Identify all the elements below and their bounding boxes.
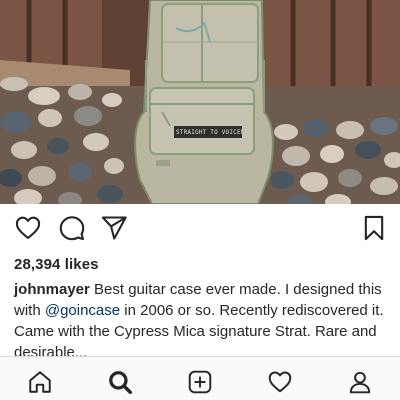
like-button[interactable] bbox=[12, 212, 44, 244]
comment-button[interactable] bbox=[56, 212, 88, 244]
tab-activity[interactable] bbox=[265, 367, 295, 397]
tab-new-post[interactable] bbox=[185, 367, 215, 397]
likes-count[interactable]: 28,394 likes bbox=[14, 256, 99, 273]
post-photo[interactable] bbox=[0, 0, 400, 204]
bottom-tab-bar bbox=[0, 356, 400, 400]
paper-plane-icon bbox=[101, 216, 127, 240]
post-action-bar bbox=[0, 212, 400, 248]
share-button[interactable] bbox=[98, 212, 130, 244]
profile-icon bbox=[349, 371, 371, 394]
tab-search[interactable] bbox=[105, 367, 135, 397]
search-icon bbox=[109, 371, 133, 395]
home-icon bbox=[29, 371, 51, 393]
save-button[interactable] bbox=[358, 212, 390, 244]
tab-home[interactable] bbox=[25, 367, 55, 397]
caption-username[interactable]: johnmayer bbox=[14, 281, 90, 298]
activity-heart-icon bbox=[268, 371, 292, 393]
tab-profile[interactable] bbox=[345, 367, 375, 397]
new-post-icon bbox=[188, 370, 212, 394]
bookmark-icon bbox=[364, 215, 384, 241]
speech-bubble-icon bbox=[59, 216, 85, 241]
heart-icon bbox=[15, 216, 41, 239]
caption-mention-link[interactable]: @goincase bbox=[45, 302, 120, 319]
case-label-text: STRAIGHT TO VOICEMAIL bbox=[176, 129, 242, 136]
post-caption: johnmayer Best guitar case ever made. I … bbox=[14, 279, 390, 363]
